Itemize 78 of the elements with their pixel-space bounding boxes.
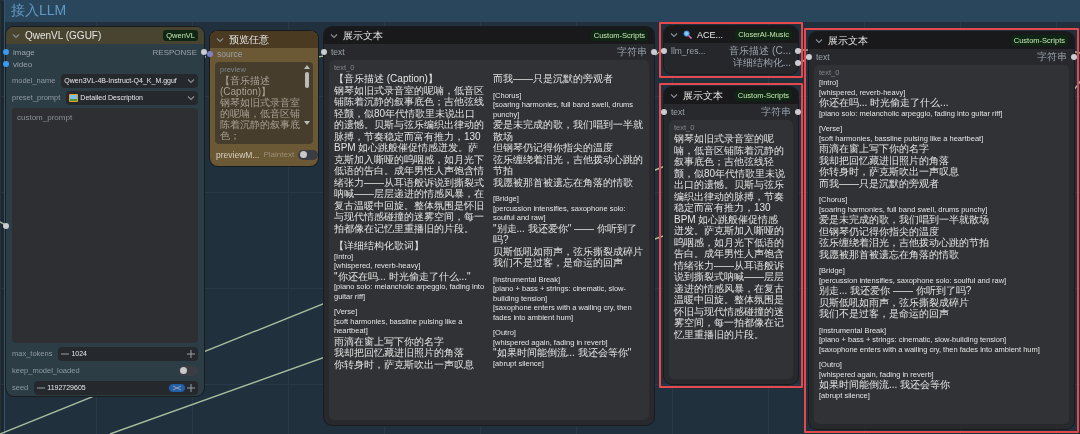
- text-line: 你还在吗... 时光偷走了什么...: [819, 97, 950, 109]
- text-line: 我愿被那首被遗忘在角落的情歌: [493, 176, 634, 188]
- text-line: "如果时间能倒流... 我还会等你": [493, 347, 633, 359]
- output-port[interactable]: [651, 49, 657, 55]
- widget-label: previewM...: [216, 149, 260, 160]
- prompt-field[interactable]: custom_prompt: [12, 108, 198, 343]
- text-line: 爱是未完成的歌，我们唱到一半就散场: [493, 119, 644, 142]
- shuffle-icon[interactable]: [169, 383, 185, 392]
- node-title: 预览任意: [229, 32, 269, 47]
- plus-icon[interactable]: [187, 349, 195, 358]
- node-title: 展示文本: [343, 28, 383, 43]
- collapse-chevron-icon[interactable]: [815, 36, 823, 45]
- text-line: 但钢琴仍记得你指尖的温度: [493, 142, 614, 154]
- toggle-switch[interactable]: [298, 149, 319, 160]
- text-line: 我愿被那首被遗忘在角落的情歌: [819, 248, 960, 260]
- text-line: 钢琴如旧式录音室的呢喃，低音区铺陈着沉静的叙事底色；吉他弦线轻颤，似80年代情歌里未说出口的遗憾。贝斯与弦乐编织出律动的脉搏，节奏稳定而富有推力，130 BPM 如心跳般催促情感迸发。萨克斯加入嘶哑的呜咽感，如月光下低语的告白。成年男性人声饱含情绪张力——从耳语般诉说到撕裂式呐喊——层层递进的情感风暴，在复古温暖中回旋。整体氛围是怀旧与现代情感碰撞的迷雾空间，每一拍都像在记忆里重播旧的片段。: [674, 133, 787, 340]
- text-line: 【音乐描述 (Caption)】: [334, 73, 438, 85]
- text-line: 如果时间能倒流... 我还会等你: [819, 379, 952, 391]
- text-line: 你转身时，萨克斯吹出一声叹息: [819, 166, 960, 178]
- text-line: "别走... 我还爱你" —— 你听到了吗?: [493, 222, 638, 246]
- input-label: text: [816, 52, 830, 62]
- text-line: 弦乐缠绕着泪光，吉他拨动心跳的节拍: [493, 153, 644, 177]
- picture-icon: [69, 93, 79, 102]
- input-port[interactable]: [207, 51, 213, 57]
- text-line: "你还在吗... 时光偷走了什么...": [334, 270, 472, 282]
- output-label: 字符串: [1037, 50, 1067, 64]
- node-title: QwenVL (GGUF): [25, 30, 102, 41]
- text-line: 贝斯低吼如雨声，弦乐撕裂成碎片: [493, 245, 644, 257]
- text-line: 我们不是过客，是命运的回声: [819, 308, 949, 320]
- plus-icon[interactable]: [187, 383, 195, 392]
- text-line: 雨滴在窗上写下你的名字: [819, 143, 930, 155]
- text-line: 我们不是过客，是命运的回声: [493, 257, 623, 269]
- node-title: 展示文本: [683, 88, 723, 103]
- input-label: video: [13, 59, 33, 69]
- group-title: 接入LLM: [11, 2, 67, 20]
- text-line: 你转身时，萨克斯吹出一声叹息: [334, 358, 475, 370]
- input-port[interactable]: [321, 49, 327, 55]
- text-line: 我却把回忆藏进旧照片的角落: [819, 154, 950, 166]
- text-line: 雨滴在窗上写下你的名字: [334, 335, 445, 347]
- input-port[interactable]: [661, 109, 667, 115]
- text-line: 我却把回忆藏进旧照片的角落: [334, 347, 465, 359]
- text-line: 爱是未完成的歌，我们唱到一半就散场: [819, 214, 990, 226]
- input-label: llm_res...: [671, 46, 706, 56]
- output-label: 详细结构化...: [732, 56, 791, 70]
- collapse-chevron-icon[interactable]: [216, 35, 224, 44]
- node-title: 展示文本: [828, 33, 868, 48]
- scrollbar-drawing[interactable]: [304, 65, 310, 125]
- input-label: text: [331, 47, 345, 57]
- text-line: 而我——只是沉默的旁观者: [493, 73, 614, 85]
- toggle-switch[interactable]: [178, 365, 198, 376]
- collapse-chevron-icon[interactable]: [670, 91, 678, 100]
- input-label: image: [13, 47, 35, 57]
- text-line: 但钢琴仍记得你指尖的温度: [819, 225, 940, 237]
- collapse-chevron-icon[interactable]: [670, 30, 678, 39]
- output-port[interactable]: [795, 109, 801, 115]
- output-port[interactable]: [1071, 54, 1077, 60]
- input-port[interactable]: [661, 48, 667, 54]
- search-icon: [683, 30, 692, 39]
- preview-text: 【音乐描述 (Caption)】: [220, 75, 272, 97]
- collapse-chevron-icon[interactable]: [12, 31, 20, 40]
- collapse-chevron-icon[interactable]: [330, 31, 338, 40]
- output-label: 音乐描述 (C...: [729, 44, 791, 57]
- input-label: text: [671, 107, 685, 117]
- input-label: source: [217, 49, 243, 59]
- output-label: 字符串: [617, 45, 647, 59]
- output-label: 字符串: [761, 105, 791, 119]
- text-line: 贝斯低吼如雨声，弦乐撕裂成碎片: [819, 296, 970, 308]
- text-line: 弦乐缠绕着泪光，吉他拨动心跳的节拍: [819, 237, 990, 249]
- input-port[interactable]: [3, 223, 9, 229]
- text-line: 别走... 我还爱你 —— 你听到了吗?: [819, 285, 973, 297]
- text-line: 而我——只是沉默的旁观者: [819, 177, 940, 189]
- text-line: 【详细结构化歌词】: [334, 240, 425, 252]
- output-port[interactable]: [201, 49, 207, 55]
- output-label: RESPONSE: [152, 47, 197, 57]
- preview-text: 钢琴如旧式录音室的呢喃，低音区铺陈着沉静的叙事底色；: [220, 97, 301, 141]
- node-title: ACE...: [697, 29, 723, 40]
- text-line: 钢琴如旧式录音室的呢喃，低音区铺陈着沉静的叙事底色；吉他弦线轻颤，似80年代情歌里未说出口的遗憾。贝斯与弦乐编织出律动的脉搏，节奏稳定而富有推力，130 BPM 如心跳般催促情感迸发。萨克斯加入嘶哑的呜咽感，如月光下低语的告白。成年男性人声饱含情绪张力——从耳语般诉说到撕裂式呐喊——层层递进的情感风暴，在复古温暖中回旋。整体氛围是怀旧与现代情感碰撞的迷雾空间，每一拍都像在记忆里重播旧的片段。: [334, 84, 485, 234]
- input-port[interactable]: [806, 54, 812, 60]
